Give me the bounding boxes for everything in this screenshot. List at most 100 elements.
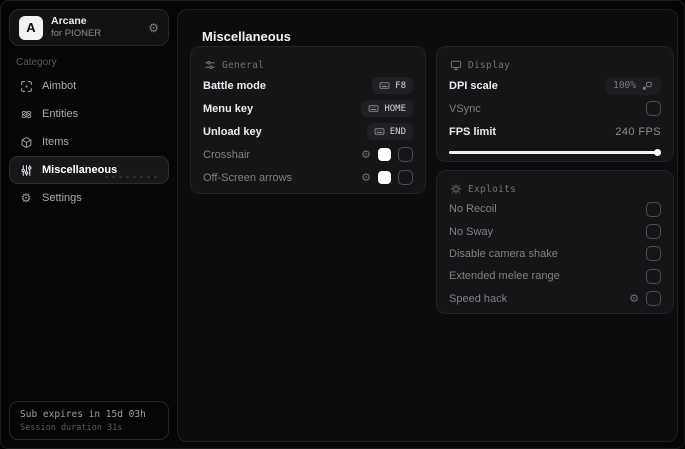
page-title: Miscellaneous [202, 29, 291, 44]
setting-label: DPI scale [449, 79, 498, 92]
speed-hack-checkbox[interactable] [646, 291, 661, 307]
sliders-icon [19, 163, 33, 177]
panel-display: Display DPI scale 100% VSync FPS limit 2… [436, 46, 674, 162]
sidebar-item-label: Settings [42, 192, 82, 204]
setting-label: Disable camera shake [449, 247, 558, 260]
app-name: Arcane [51, 15, 87, 27]
sidebar-item-items[interactable]: Items [9, 128, 169, 156]
extended-melee-range-checkbox[interactable] [646, 268, 661, 284]
session-duration-text: Session duration 31s [20, 423, 123, 433]
entities-atom-icon [19, 107, 33, 121]
gear-icon[interactable]: ⚙ [629, 293, 639, 304]
app-tagline: for PIONER [51, 28, 102, 40]
setting-label: Menu key [203, 102, 254, 115]
no-recoil-checkbox[interactable] [646, 201, 661, 217]
slider-knob[interactable] [654, 149, 661, 156]
setting-row-menu-key: Menu key HOME [203, 97, 413, 120]
crosshair-controls: ⚙ [361, 147, 413, 162]
setting-label: Crosshair [203, 148, 251, 161]
setting-row-battle-mode: Battle mode F8 [203, 74, 413, 97]
sidebar-item-label: Entities [42, 108, 79, 120]
panel-exploits-title: Exploits [468, 183, 517, 195]
sidebar-item-miscellaneous[interactable]: Miscellaneous [9, 156, 169, 184]
panel-exploits-header: Exploits [449, 180, 661, 198]
setting-row-offscreen-arrows: Off-Screen arrows ⚙ [203, 166, 413, 189]
setting-label: Unload key [203, 125, 262, 138]
panel-display-header: Display [449, 56, 661, 74]
crosshair-checkbox[interactable] [398, 147, 413, 162]
app-window: A Arcane for PIONER ⚙ Category Aimbot En… [0, 0, 685, 449]
monitor-icon [449, 59, 462, 72]
offscreen-controls: ⚙ [361, 170, 413, 185]
keybind-button[interactable]: END [366, 123, 413, 140]
color-swatch[interactable] [378, 148, 391, 161]
setting-row-vsync: VSync [449, 97, 661, 120]
setting-label: FPS limit [449, 125, 497, 138]
setting-row-no-recoil: No Recoil [449, 198, 661, 220]
sub-expires-text: Sub expires in 15d 03h [20, 409, 146, 420]
keybind-value: F8 [395, 80, 406, 91]
gear-icon[interactable]: ⚙ [148, 22, 159, 34]
setting-row-speed-hack: Speed hack ⚙ [449, 288, 661, 310]
speed-hack-controls: ⚙ [629, 291, 661, 307]
panel-display-title: Display [468, 59, 511, 71]
sidebar-item-aimbot[interactable]: Aimbot [9, 72, 169, 100]
dpi-scale-button[interactable]: 100% [605, 76, 661, 95]
setting-row-dpi-scale: DPI scale 100% [449, 74, 661, 97]
offscreen-arrows-checkbox[interactable] [398, 170, 413, 185]
setting-label: Speed hack [449, 292, 508, 305]
items-box-icon [19, 135, 33, 149]
setting-row-disable-camera-shake: Disable camera shake [449, 243, 661, 265]
sidebar-nav: Aimbot Entities Items Miscellaneous ⚙ Se… [9, 72, 169, 212]
dots-texture [103, 174, 161, 180]
setting-row-crosshair: Crosshair ⚙ [203, 143, 413, 166]
scale-resize-icon [641, 80, 653, 92]
setting-row-extended-melee-range: Extended melee range [449, 265, 661, 287]
slider-fill [449, 151, 659, 154]
setting-label: Battle mode [203, 79, 266, 92]
keybind-button[interactable]: F8 [372, 77, 413, 94]
panel-general-header: General [203, 56, 413, 74]
sidebar-item-entities[interactable]: Entities [9, 100, 169, 128]
keyboard-icon [374, 126, 385, 137]
setting-label: No Recoil [449, 203, 497, 216]
keybind-value: HOME [384, 103, 406, 114]
sidebar-item-label: Aimbot [42, 80, 77, 92]
panel-exploits: Exploits No Recoil No Sway Disable camer… [436, 170, 674, 314]
keyboard-icon [379, 80, 390, 91]
setting-label: VSync [449, 102, 481, 115]
keybind-value: END [389, 126, 406, 137]
app-logo: A [19, 15, 43, 40]
color-swatch[interactable] [378, 171, 391, 184]
exploits-hazard-icon [449, 183, 462, 196]
dpi-scale-value: 100% [613, 80, 636, 91]
setting-row-no-sway: No Sway [449, 220, 661, 242]
setting-label: Extended melee range [449, 270, 560, 283]
gear-icon[interactable]: ⚙ [361, 172, 371, 183]
vsync-checkbox[interactable] [646, 101, 661, 116]
gear-icon: ⚙ [20, 191, 32, 205]
category-label: Category [16, 57, 57, 68]
panel-general-title: General [222, 59, 265, 71]
setting-row-unload-key: Unload key END [203, 120, 413, 143]
no-sway-checkbox[interactable] [646, 224, 661, 240]
sidebar-item-settings[interactable]: ⚙ Settings [9, 184, 169, 212]
setting-label: No Sway [449, 225, 494, 238]
sidebar-item-label: Items [42, 136, 69, 148]
gear-icon[interactable]: ⚙ [361, 149, 371, 160]
setting-row-fps-limit: FPS limit 240 FPS [449, 120, 661, 143]
panel-general: General Battle mode F8 Menu key HOME Unl… [190, 46, 426, 194]
keybind-button[interactable]: HOME [361, 100, 413, 117]
subscription-footer: Sub expires in 15d 03h Session duration … [9, 401, 169, 440]
main-content: Miscellaneous General Battle mode F8 Men… [177, 9, 678, 442]
fps-limit-value: 240 FPS [615, 125, 661, 138]
fps-limit-slider[interactable] [449, 149, 661, 156]
brand-text: Arcane for PIONER [51, 15, 101, 40]
setting-label: Off-Screen arrows [203, 171, 293, 184]
aimbot-crosshair-icon [19, 79, 33, 93]
brand-card: A Arcane for PIONER ⚙ [9, 9, 169, 46]
general-sliders-icon [203, 59, 216, 72]
sidebar: A Arcane for PIONER ⚙ Category Aimbot En… [1, 1, 177, 448]
disable-camera-shake-checkbox[interactable] [646, 246, 661, 262]
keyboard-icon [368, 103, 379, 114]
